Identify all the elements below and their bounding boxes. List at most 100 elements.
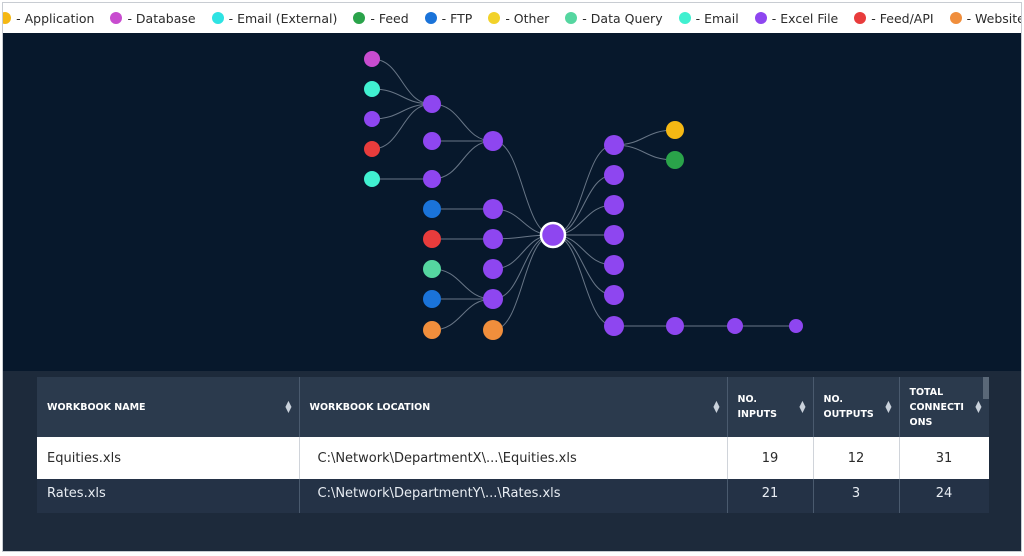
graph-node[interactable] — [423, 230, 441, 248]
legend-label: - Feed/API — [871, 10, 934, 26]
legend-dot-icon — [211, 12, 224, 24]
legend-label: - Excel File — [771, 10, 839, 26]
graph-node[interactable] — [483, 289, 503, 309]
legend-item: - Other — [488, 11, 549, 26]
legend-dot-icon — [678, 12, 691, 24]
graph-node[interactable] — [483, 259, 503, 279]
legend-item: - Data Query — [565, 10, 663, 26]
table-row[interactable]: Equities.xls C:\Network\DepartmentX\...\… — [37, 437, 989, 479]
graph-node[interactable] — [364, 51, 380, 67]
graph-node[interactable] — [604, 135, 624, 155]
graph-edge — [492, 140, 554, 236]
cell-total-connections: 24 — [899, 479, 989, 513]
graph-edge — [492, 234, 554, 331]
graph-node[interactable] — [423, 95, 441, 113]
app-frame: - Application - Database - Email (External… — [2, 2, 1022, 552]
graph-node[interactable] — [364, 111, 380, 127]
graph-node[interactable] — [423, 260, 441, 278]
column-header-no-outputs[interactable]: NO. OUTPUTS ▲ ▼ — [813, 377, 900, 437]
graph-edge — [552, 234, 615, 327]
legend-dot-icon — [110, 12, 123, 24]
cell-no-inputs: 19 — [727, 437, 814, 479]
column-header-workbook-name[interactable]: WORKBOOK NAME ▲ ▼ — [37, 377, 300, 437]
legend-item: - Application — [3, 11, 94, 26]
cell-workbook-name: Equities.xls — [37, 437, 300, 479]
legend-item: - Excel File — [754, 10, 839, 26]
graph-node[interactable] — [604, 285, 624, 305]
legend-item: - FTP — [424, 10, 473, 26]
graph-node[interactable] — [727, 318, 743, 334]
table-scrollbar[interactable] — [983, 377, 989, 399]
graph-edge — [371, 58, 433, 105]
graph-edge — [431, 103, 494, 142]
legend-label: - FTP — [441, 10, 473, 26]
legend-dot-icon — [353, 12, 366, 24]
graph-node[interactable] — [604, 255, 624, 275]
graph-edge — [371, 88, 433, 105]
sort-icon[interactable]: ▲ ▼ — [799, 400, 805, 414]
graph-edge — [431, 268, 494, 300]
graph-node[interactable] — [483, 131, 503, 151]
legend-item: - Website — [949, 10, 1022, 26]
graph-node[interactable] — [604, 165, 624, 185]
graph-node[interactable] — [423, 200, 441, 218]
legend-label: - Website — [966, 10, 1022, 26]
graph-node[interactable] — [666, 151, 684, 169]
legend-item: - Feed — [353, 10, 409, 26]
graph-edge — [371, 103, 433, 120]
cell-no-outputs: 12 — [813, 437, 900, 479]
legend-dot-icon — [488, 12, 501, 24]
graph-node[interactable] — [364, 81, 380, 97]
legend-dot-icon — [949, 12, 962, 24]
column-header-total-connections[interactable]: TOTAL CONNECTI ONS ▲ ▼ — [899, 377, 989, 437]
graph-edge — [431, 140, 494, 180]
graph-node[interactable] — [789, 319, 803, 333]
graph-edge — [371, 103, 433, 150]
sort-icon[interactable]: ▲ ▼ — [885, 400, 891, 414]
graph-node[interactable] — [364, 171, 380, 187]
workbook-table: WORKBOOK NAME ▲ ▼ WORKBOOK LOCATION ▲ ▼ NO. … — [37, 377, 989, 513]
column-header-no-inputs[interactable]: NO. INPUTS ▲ ▼ — [727, 377, 814, 437]
graph-node[interactable] — [423, 132, 441, 150]
cell-no-outputs: 3 — [813, 479, 900, 513]
graph-canvas[interactable] — [3, 33, 1021, 371]
graph-node[interactable] — [423, 170, 441, 188]
legend-dot-icon — [754, 12, 767, 24]
legend-dot-icon — [854, 12, 867, 24]
graph-node[interactable] — [604, 195, 624, 215]
legend-label: - Feed — [370, 10, 409, 26]
graph-node[interactable] — [483, 199, 503, 219]
legend-label: - Database — [127, 10, 196, 26]
graph-edge — [552, 144, 615, 236]
graph-hub-node[interactable] — [539, 221, 567, 249]
dependency-graph[interactable] — [3, 33, 1021, 371]
graph-node[interactable] — [604, 225, 624, 245]
cell-workbook-name: Rates.xls — [37, 479, 300, 513]
graph-node[interactable] — [483, 320, 503, 340]
cell-no-inputs: 21 — [727, 479, 814, 513]
table-row[interactable]: Rates.xls C:\Network\DepartmentY\...\Rat… — [37, 479, 989, 513]
sort-icon[interactable]: ▲ ▼ — [713, 400, 719, 414]
sort-icon[interactable]: ▲ ▼ — [285, 400, 291, 414]
legend-label: - Email — [695, 10, 739, 26]
legend-label: - Data Query — [582, 10, 663, 26]
legend: - Application - Database - Email (External… — [3, 3, 1021, 33]
cell-workbook-location: C:\Network\DepartmentY\...\Rates.xls — [299, 479, 728, 513]
sort-icon[interactable]: ▲ ▼ — [975, 400, 981, 414]
graph-node[interactable] — [423, 321, 441, 339]
legend-dot-icon — [565, 12, 578, 24]
column-header-workbook-location[interactable]: WORKBOOK LOCATION ▲ ▼ — [299, 377, 728, 437]
graph-node[interactable] — [483, 229, 503, 249]
legend-item: - Feed/API — [854, 10, 934, 26]
graph-node[interactable] — [364, 141, 380, 157]
legend-label: - Email (External) — [228, 10, 338, 26]
graph-node[interactable] — [604, 316, 624, 336]
table-header-row: WORKBOOK NAME ▲ ▼ WORKBOOK LOCATION ▲ ▼ NO. … — [37, 377, 989, 437]
graph-node[interactable] — [423, 290, 441, 308]
legend-dot-icon — [424, 12, 437, 24]
cell-workbook-location: C:\Network\DepartmentX\...\Equities.xls — [299, 437, 728, 479]
graph-node[interactable] — [666, 121, 684, 139]
cell-total-connections: 31 — [899, 437, 989, 479]
graph-node[interactable] — [666, 317, 684, 335]
legend-item: - Email — [678, 10, 739, 26]
